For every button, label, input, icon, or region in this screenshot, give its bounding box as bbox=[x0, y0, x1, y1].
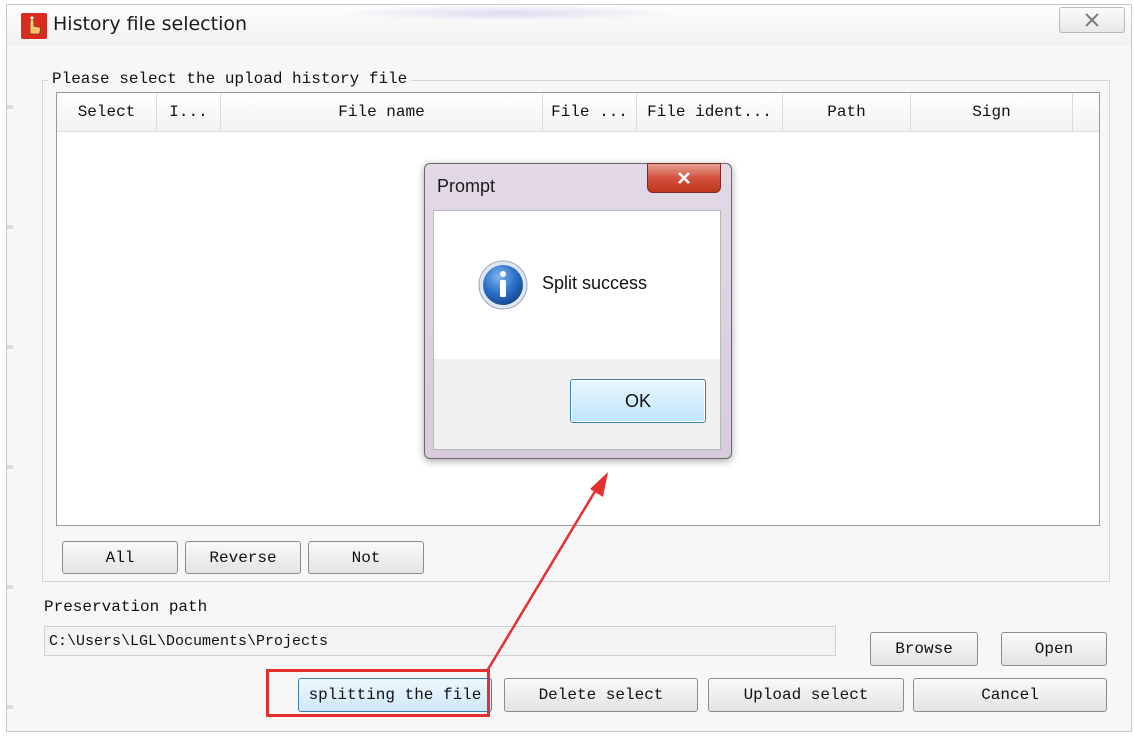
preservation-path-field[interactable]: C:\Users\LGL\Documents\Projects bbox=[44, 626, 836, 656]
cancel-button[interactable]: Cancel bbox=[913, 678, 1107, 712]
select-all-button[interactable]: All bbox=[62, 541, 178, 574]
column-header-index[interactable]: I... bbox=[157, 93, 221, 131]
column-header-sign[interactable]: Sign bbox=[911, 93, 1073, 131]
window-edge bbox=[7, 45, 13, 725]
prompt-dialog: Prompt Split success OK bbox=[424, 163, 732, 459]
app-icon bbox=[21, 13, 47, 39]
close-icon bbox=[1085, 13, 1099, 27]
dialog-close-button[interactable] bbox=[647, 163, 721, 193]
close-icon bbox=[678, 172, 690, 184]
dialog-body: Split success OK bbox=[433, 210, 721, 450]
delete-select-button[interactable]: Delete select bbox=[504, 678, 698, 712]
open-button[interactable]: Open bbox=[1001, 632, 1107, 666]
select-none-button[interactable]: Not bbox=[308, 541, 424, 574]
reverse-selection-button[interactable]: Reverse bbox=[185, 541, 301, 574]
window-title: History file selection bbox=[53, 13, 248, 35]
grid-header: Select I... File name File ... File iden… bbox=[57, 93, 1099, 132]
column-header-file-identifier[interactable]: File ident... bbox=[637, 93, 783, 131]
title-glow bbox=[337, 5, 677, 21]
groupbox-label: Please select the upload history file bbox=[48, 70, 412, 88]
browse-button[interactable]: Browse bbox=[870, 632, 978, 666]
info-icon bbox=[478, 260, 528, 310]
preservation-path-label: Preservation path bbox=[44, 598, 208, 616]
window-close-button[interactable] bbox=[1059, 7, 1125, 33]
column-header-file-name[interactable]: File name bbox=[221, 93, 543, 131]
ok-button[interactable]: OK bbox=[570, 379, 706, 423]
column-header-file-size[interactable]: File ... bbox=[543, 93, 637, 131]
column-header-path[interactable]: Path bbox=[783, 93, 911, 131]
column-header-select[interactable]: Select bbox=[57, 93, 157, 131]
dialog-title: Prompt bbox=[437, 176, 496, 196]
title-bar: History file selection bbox=[7, 5, 1131, 45]
dialog-message: Split success bbox=[542, 273, 648, 293]
split-button-highlight bbox=[266, 669, 490, 717]
upload-select-button[interactable]: Upload select bbox=[708, 678, 904, 712]
